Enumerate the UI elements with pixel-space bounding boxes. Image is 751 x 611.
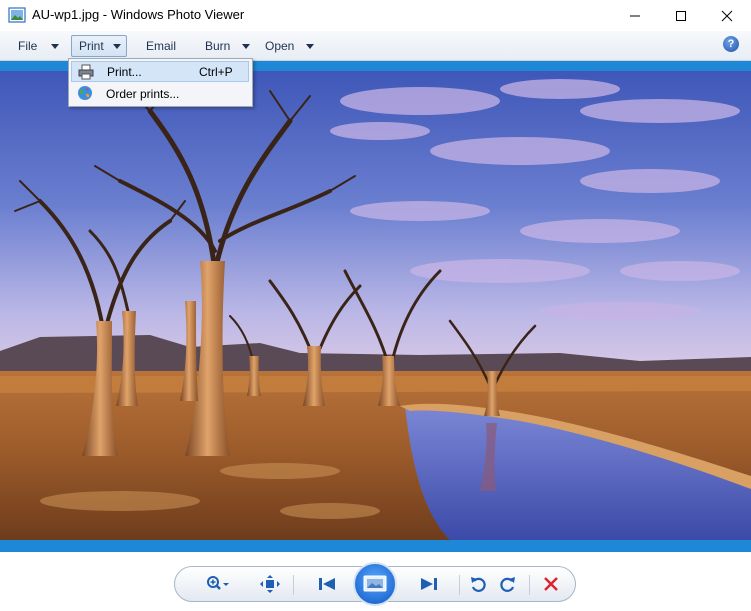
- toolbar-separator: [293, 575, 294, 595]
- menu-burn-label: Burn: [205, 39, 231, 53]
- photo-viewer-app-icon: [8, 7, 26, 23]
- actual-size-button[interactable]: [255, 567, 285, 601]
- rotate-counterclockwise-icon: [471, 577, 486, 592]
- slideshow-button[interactable]: [353, 562, 397, 606]
- menu-open[interactable]: Open: [259, 35, 319, 57]
- menu-email-label: Email: [146, 39, 177, 53]
- maximize-icon: [676, 10, 686, 21]
- zoom-icon: [207, 576, 229, 590]
- printer-icon: [78, 64, 94, 80]
- print-dropdown-menu: Print... Ctrl+P Order prints...: [68, 58, 253, 107]
- order-prints-label: Order prints...: [106, 86, 180, 101]
- menu-bar: File Print Email Burn Open: [0, 31, 751, 61]
- menu-print[interactable]: Print: [71, 35, 127, 57]
- next-icon: [421, 578, 437, 590]
- chevron-down-icon: [112, 43, 121, 49]
- maximize-button[interactable]: [658, 0, 704, 31]
- close-icon: [721, 10, 733, 21]
- previous-icon: [319, 578, 335, 590]
- help-icon[interactable]: ?: [723, 36, 739, 52]
- landscape-photo: [0, 71, 751, 540]
- menu-burn[interactable]: Burn: [199, 35, 255, 57]
- image-frame-bottom: [0, 540, 751, 552]
- slideshow-icon: [363, 575, 387, 592]
- delete-icon: [544, 577, 558, 591]
- menu-file-label: File: [18, 39, 38, 53]
- toolbar-separator: [529, 575, 530, 595]
- menu-email[interactable]: Email: [140, 35, 190, 57]
- rotate-clockwise-icon: [500, 577, 515, 592]
- order-prints-menu-item[interactable]: Order prints...: [71, 83, 249, 104]
- toolbar-separator: [459, 575, 460, 595]
- window-title: AU-wp1.jpg - Windows Photo Viewer: [32, 7, 245, 22]
- delete-button[interactable]: [537, 567, 565, 601]
- menu-open-label: Open: [265, 39, 295, 53]
- photo-display: [0, 71, 751, 540]
- print-menu-item[interactable]: Print... Ctrl+P: [71, 61, 249, 82]
- print-menu-label: Print...: [107, 64, 142, 79]
- rotate-clockwise-button[interactable]: [493, 567, 523, 601]
- globe-icon: [78, 86, 92, 100]
- zoom-button[interactable]: [201, 567, 235, 601]
- minimize-icon: [630, 15, 640, 16]
- next-button[interactable]: [407, 567, 451, 601]
- rotate-counterclockwise-button[interactable]: [463, 567, 493, 601]
- print-shortcut: Ctrl+P: [199, 64, 233, 79]
- chevron-down-icon: [242, 43, 251, 49]
- title-bar: AU-wp1.jpg - Windows Photo Viewer: [0, 0, 751, 31]
- chevron-down-icon: [51, 43, 60, 49]
- menu-file[interactable]: File: [12, 35, 68, 57]
- menu-print-label: Print: [79, 39, 104, 53]
- chevron-down-icon: [306, 43, 315, 49]
- previous-button[interactable]: [305, 567, 349, 601]
- actual-size-icon: [260, 575, 280, 593]
- close-window-button[interactable]: [704, 0, 750, 31]
- minimize-button[interactable]: [612, 0, 658, 31]
